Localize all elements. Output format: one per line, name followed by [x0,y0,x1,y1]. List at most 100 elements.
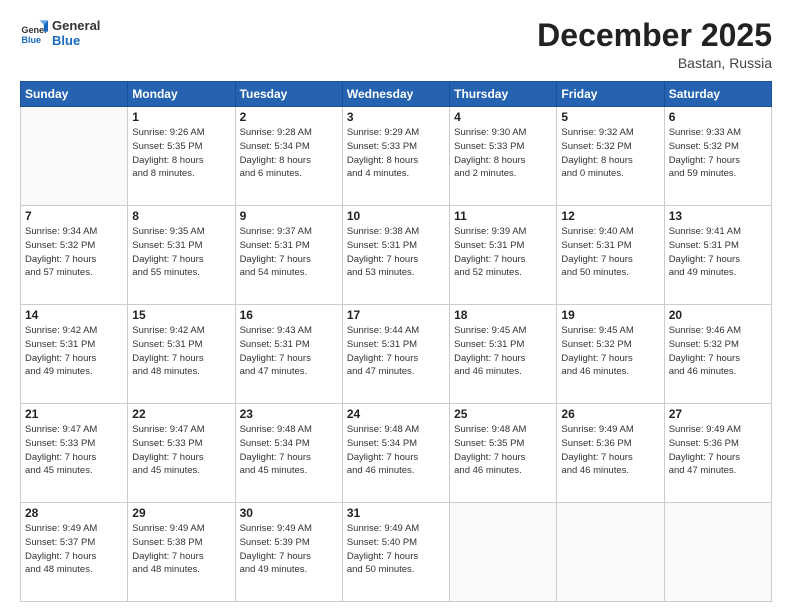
day-number: 6 [669,110,767,124]
day-info: Sunrise: 9:49 AMSunset: 5:37 PMDaylight:… [25,522,123,577]
calendar-cell [450,503,557,602]
day-number: 23 [240,407,338,421]
day-info: Sunrise: 9:40 AMSunset: 5:31 PMDaylight:… [561,225,659,280]
weekday-header-saturday: Saturday [664,82,771,107]
day-info: Sunrise: 9:45 AMSunset: 5:31 PMDaylight:… [454,324,552,379]
day-info: Sunrise: 9:45 AMSunset: 5:32 PMDaylight:… [561,324,659,379]
calendar-cell: 21Sunrise: 9:47 AMSunset: 5:33 PMDayligh… [21,404,128,503]
calendar-cell: 20 Sunrise: 9:46 AMSunset: 5:32 PMDayligh… [664,305,771,404]
logo-line2: Blue [52,33,100,48]
day-number: 30 [240,506,338,520]
calendar-cell: 18Sunrise: 9:45 AMSunset: 5:31 PMDayligh… [450,305,557,404]
calendar-cell: 9Sunrise: 9:37 AMSunset: 5:31 PMDaylight… [235,206,342,305]
day-number: 5 [561,110,659,124]
calendar-cell: 19Sunrise: 9:45 AMSunset: 5:32 PMDayligh… [557,305,664,404]
day-number: 8 [132,209,230,223]
day-number: 14 [25,308,123,322]
calendar-cell: 29Sunrise: 9:49 AMSunset: 5:38 PMDayligh… [128,503,235,602]
day-number: 10 [347,209,445,223]
day-info: Sunrise: 9:26 AMSunset: 5:35 PMDaylight:… [132,126,230,181]
calendar-cell: 24 Sunrise: 9:48 AMSunset: 5:34 PMDayligh… [342,404,449,503]
logo-line1: General [52,18,100,33]
calendar-cell: 30 Sunrise: 9:49 AMSunset: 5:39 PMDayligh… [235,503,342,602]
day-number: 2 [240,110,338,124]
day-number: 3 [347,110,445,124]
day-number: 22 [132,407,230,421]
day-info: Sunrise: 9:28 AMSunset: 5:34 PMDaylight:… [240,126,338,181]
day-number: 7 [25,209,123,223]
calendar-cell: 26Sunrise: 9:49 AMSunset: 5:36 PMDayligh… [557,404,664,503]
day-info: Sunrise: 9:30 AMSunset: 5:33 PMDaylight:… [454,126,552,181]
day-info: Sunrise: 9:37 AMSunset: 5:31 PMDaylight:… [240,225,338,280]
day-number: 4 [454,110,552,124]
calendar-cell: 11 Sunrise: 9:39 AMSunset: 5:31 PMDayligh… [450,206,557,305]
day-info: Sunrise: 9:34 AMSunset: 5:32 PMDaylight:… [25,225,123,280]
title-block: December 2025 Bastan, Russia [537,18,772,71]
day-info: Sunrise: 9:49 AMSunset: 5:39 PMDaylight:… [240,522,338,577]
weekday-header-friday: Friday [557,82,664,107]
day-number: 12 [561,209,659,223]
calendar-header-row: SundayMondayTuesdayWednesdayThursdayFrid… [21,82,772,107]
calendar-cell [557,503,664,602]
calendar-week-5: 28 Sunrise: 9:49 AMSunset: 5:37 PMDayligh… [21,503,772,602]
day-number: 31 [347,506,445,520]
month-title: December 2025 [537,18,772,53]
weekday-header-monday: Monday [128,82,235,107]
calendar-body: 1 Sunrise: 9:26 AMSunset: 5:35 PMDaylight… [21,107,772,602]
calendar-cell: 1 Sunrise: 9:26 AMSunset: 5:35 PMDaylight… [128,107,235,206]
calendar-cell: 10 Sunrise: 9:38 AMSunset: 5:31 PMDayligh… [342,206,449,305]
day-info: Sunrise: 9:38 AMSunset: 5:31 PMDaylight:… [347,225,445,280]
day-info: Sunrise: 9:46 AMSunset: 5:32 PMDaylight:… [669,324,767,379]
calendar-cell: 25 Sunrise: 9:48 AMSunset: 5:35 PMDayligh… [450,404,557,503]
weekday-header-sunday: Sunday [21,82,128,107]
day-number: 24 [347,407,445,421]
header: General Blue General Blue December 2025 … [20,18,772,71]
day-info: Sunrise: 9:35 AMSunset: 5:31 PMDaylight:… [132,225,230,280]
day-info: Sunrise: 9:49 AMSunset: 5:36 PMDaylight:… [669,423,767,478]
calendar-cell: 28 Sunrise: 9:49 AMSunset: 5:37 PMDayligh… [21,503,128,602]
location: Bastan, Russia [537,55,772,71]
day-info: Sunrise: 9:29 AMSunset: 5:33 PMDaylight:… [347,126,445,181]
calendar-week-2: 7 Sunrise: 9:34 AMSunset: 5:32 PMDaylight… [21,206,772,305]
day-number: 16 [240,308,338,322]
day-number: 1 [132,110,230,124]
calendar-cell: 22Sunrise: 9:47 AMSunset: 5:33 PMDayligh… [128,404,235,503]
calendar-cell [21,107,128,206]
day-number: 21 [25,407,123,421]
calendar-cell: 17Sunrise: 9:44 AMSunset: 5:31 PMDayligh… [342,305,449,404]
day-info: Sunrise: 9:43 AMSunset: 5:31 PMDaylight:… [240,324,338,379]
weekday-header-thursday: Thursday [450,82,557,107]
calendar-cell: 12 Sunrise: 9:40 AMSunset: 5:31 PMDayligh… [557,206,664,305]
calendar-cell: 14 Sunrise: 9:42 AMSunset: 5:31 PMDayligh… [21,305,128,404]
day-info: Sunrise: 9:42 AMSunset: 5:31 PMDaylight:… [132,324,230,379]
day-info: Sunrise: 9:44 AMSunset: 5:31 PMDaylight:… [347,324,445,379]
calendar-cell: 15 Sunrise: 9:42 AMSunset: 5:31 PMDayligh… [128,305,235,404]
day-number: 26 [561,407,659,421]
day-number: 28 [25,506,123,520]
day-info: Sunrise: 9:42 AMSunset: 5:31 PMDaylight:… [25,324,123,379]
svg-text:Blue: Blue [21,35,41,45]
day-number: 20 [669,308,767,322]
calendar-cell: 2 Sunrise: 9:28 AMSunset: 5:34 PMDaylight… [235,107,342,206]
calendar-cell: 8 Sunrise: 9:35 AMSunset: 5:31 PMDaylight… [128,206,235,305]
day-number: 15 [132,308,230,322]
calendar-cell: 16 Sunrise: 9:43 AMSunset: 5:31 PMDayligh… [235,305,342,404]
day-number: 11 [454,209,552,223]
day-info: Sunrise: 9:39 AMSunset: 5:31 PMDaylight:… [454,225,552,280]
day-number: 25 [454,407,552,421]
day-number: 13 [669,209,767,223]
calendar-cell: 4 Sunrise: 9:30 AMSunset: 5:33 PMDaylight… [450,107,557,206]
day-info: Sunrise: 9:32 AMSunset: 5:32 PMDaylight:… [561,126,659,181]
calendar-cell: 27 Sunrise: 9:49 AMSunset: 5:36 PMDayligh… [664,404,771,503]
day-info: Sunrise: 9:48 AMSunset: 5:35 PMDaylight:… [454,423,552,478]
day-info: Sunrise: 9:49 AMSunset: 5:38 PMDaylight:… [132,522,230,577]
weekday-header-tuesday: Tuesday [235,82,342,107]
logo: General Blue General Blue [20,18,100,48]
calendar-cell [664,503,771,602]
calendar-cell: 6 Sunrise: 9:33 AMSunset: 5:32 PMDaylight… [664,107,771,206]
day-info: Sunrise: 9:33 AMSunset: 5:32 PMDaylight:… [669,126,767,181]
calendar-table: SundayMondayTuesdayWednesdayThursdayFrid… [20,81,772,602]
calendar-cell: 23Sunrise: 9:48 AMSunset: 5:34 PMDayligh… [235,404,342,503]
day-number: 27 [669,407,767,421]
day-info: Sunrise: 9:48 AMSunset: 5:34 PMDaylight:… [347,423,445,478]
